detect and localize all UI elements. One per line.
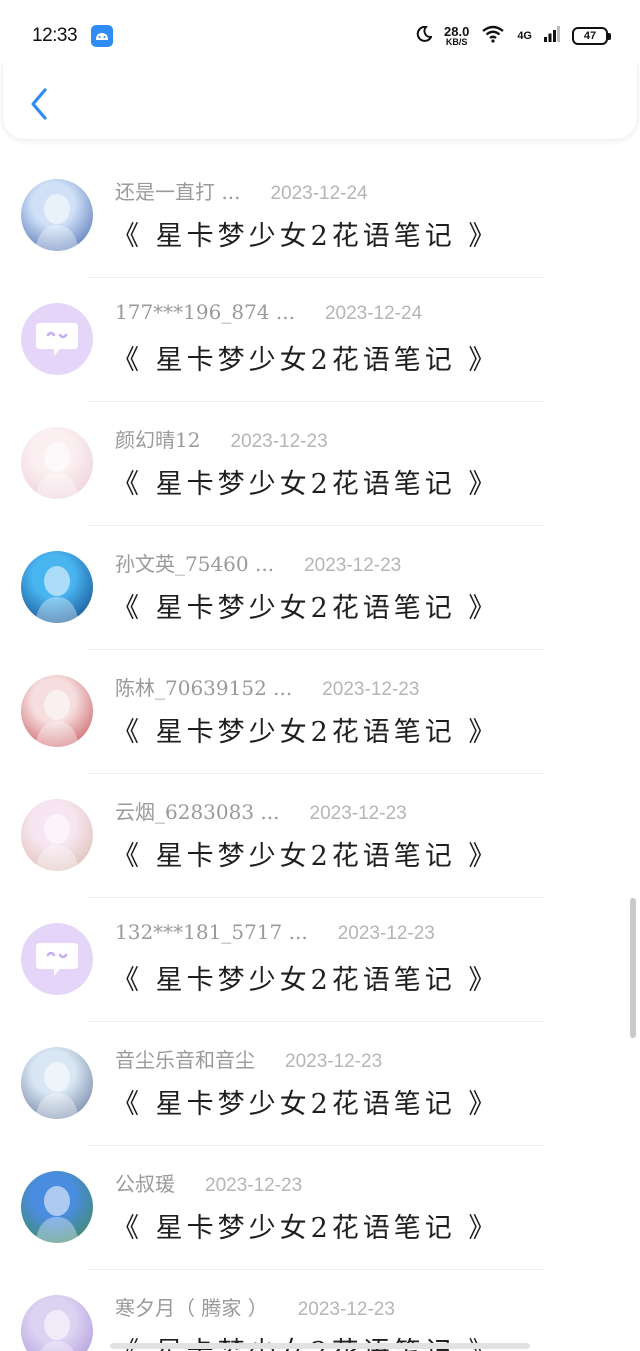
item-meta: 还是一直打 ... 2023-12-24 [115,176,368,205]
avatar-image [35,566,79,623]
book-title[interactable]: 《 星卡梦少女2花语笔记 》 [112,338,499,377]
avatar[interactable] [21,1171,93,1243]
moon-icon [416,25,433,46]
user-name[interactable]: 云烟_6283083 ... [115,796,280,825]
list-item[interactable]: 陈林_70639152 ... 2023-12-23 《 星卡梦少女2花语笔记 》 [0,650,640,774]
item-meta: 132***181_5717 ... 2023-12-23 [115,920,435,945]
user-name[interactable]: 音尘乐音和音尘 [115,1044,255,1073]
cellular-type: 4G [517,30,532,42]
book-title[interactable]: 《 星卡梦少女2花语笔记 》 [112,958,499,997]
signal-icon [544,26,560,46]
avatar-image [35,690,79,747]
user-name[interactable]: 177***196_874 ... [115,300,295,324]
chevron-left-icon [31,88,47,120]
list-item[interactable]: 孙文英_75460 ... 2023-12-23 《 星卡梦少女2花语笔记 》 [0,526,640,650]
list-item[interactable]: 寒夕月（ 腾家 ）2023-12-23《 星卡梦少女2花语笔记 》 [0,1270,640,1351]
book-title[interactable]: 《 星卡梦少女2花语笔记 》 [112,214,499,253]
item-date: 2023-12-23 [205,1175,303,1196]
item-meta: 177***196_874 ... 2023-12-24 [115,300,422,325]
item-meta: 陈林_70639152 ... 2023-12-23 [115,672,419,701]
wifi-icon [481,25,505,47]
status-time: 12:33 [32,25,78,46]
avatar[interactable] [21,551,93,623]
book-title[interactable]: 《 星卡梦少女2花语笔记 》 [112,586,499,625]
user-name[interactable]: 132***181_5717 ... [115,920,308,944]
avatar[interactable] [21,303,93,375]
book-title[interactable]: 《 星卡梦少女2花语笔记 》 [112,710,499,749]
avatar-image [35,1186,79,1243]
user-name[interactable]: 寒夕月（ 腾家 ） [115,1292,268,1321]
user-name[interactable]: 孙文英_75460 ... [115,548,274,577]
item-date: 2023-12-23 [322,679,420,700]
avatar-image [35,442,79,499]
avatar[interactable] [21,427,93,499]
avatar[interactable] [21,1047,93,1119]
item-date: 2023-12-23 [285,1051,383,1072]
app-notification-icon [91,25,114,47]
book-title[interactable]: 《 星卡梦少女2花语笔记 》 [112,1082,499,1121]
top-bar [2,62,638,140]
list-item[interactable]: 云烟_6283083 ... 2023-12-23 《 星卡梦少女2花语笔记 》 [0,774,640,898]
item-meta: 颜幻晴12 2023-12-23 [115,424,328,453]
book-title[interactable]: 《 星卡梦少女2花语笔记 》 [112,834,499,873]
item-date: 2023-12-24 [324,303,423,324]
avatar[interactable] [21,1295,93,1351]
book-title[interactable]: 《 星卡梦少女2花语笔记 》 [112,1206,499,1245]
battery-indicator: 47 [572,27,611,45]
avatar[interactable] [21,179,93,251]
avatar[interactable] [21,923,93,995]
item-date: 2023-12-24 [270,183,368,204]
avatar-image [35,814,79,871]
item-meta: 公叔瑗 2023-12-23 [115,1168,302,1197]
list-item[interactable]: 公叔瑗 2023-12-23 《 星卡梦少女2花语笔记 》 [0,1146,640,1270]
user-name[interactable]: 陈林_70639152 ... [115,672,292,701]
avatar[interactable] [21,675,93,747]
avatar[interactable] [21,799,93,871]
item-meta: 寒夕月（ 腾家 ） 2023-12-23 [115,1292,395,1321]
chat-bubble-icon [36,323,78,356]
item-date: 2023-12-23 [230,431,328,452]
comment-list[interactable]: 还是一直打 ... 2023-12-24 《 星卡梦少女2花语笔记 》 177***1… [0,154,640,1351]
list-item[interactable]: 颜幻晴12 2023-12-23 《 星卡梦少女2花语笔记 》 [0,402,640,526]
list-item[interactable]: 还是一直打 ... 2023-12-24 《 星卡梦少女2花语笔记 》 [0,154,640,278]
user-name[interactable]: 公叔瑗 [115,1168,175,1197]
avatar-image [40,1310,74,1351]
user-name[interactable]: 还是一直打 ... [115,176,240,205]
item-meta: 孙文英_75460 ... 2023-12-23 [115,548,401,577]
network-speed: 28.0 KB/S [444,24,470,47]
book-title[interactable]: 《 星卡梦少女2花语笔记 》 [112,462,499,501]
user-name[interactable]: 颜幻晴12 [115,424,200,453]
list-item[interactable]: 177***196_874 ... 2023-12-24 《 星卡梦少女2花语笔记 … [0,278,640,402]
list-item[interactable]: 132***181_5717 ... 2023-12-23 《 星卡梦少女2花语笔记… [0,898,640,1022]
item-date: 2023-12-23 [297,1299,395,1320]
item-date: 2023-12-23 [309,803,407,824]
back-button[interactable] [23,84,55,124]
item-date: 2023-12-23 [304,555,402,576]
item-date: 2023-12-23 [337,923,435,944]
item-meta: 音尘乐音和音尘 2023-12-23 [115,1044,382,1073]
item-meta: 云烟_6283083 ... 2023-12-23 [115,796,407,825]
list-item[interactable]: 音尘乐音和音尘 2023-12-23 《 星卡梦少女2花语笔记 》 [0,1022,640,1146]
scrollbar[interactable] [630,898,636,1038]
home-indicator[interactable] [110,1343,530,1349]
chat-bubble-icon [36,943,78,976]
avatar-image [35,1062,79,1119]
status-indicators: 28.0 KB/S 4G 47 [416,24,611,47]
avatar-image [35,194,79,251]
